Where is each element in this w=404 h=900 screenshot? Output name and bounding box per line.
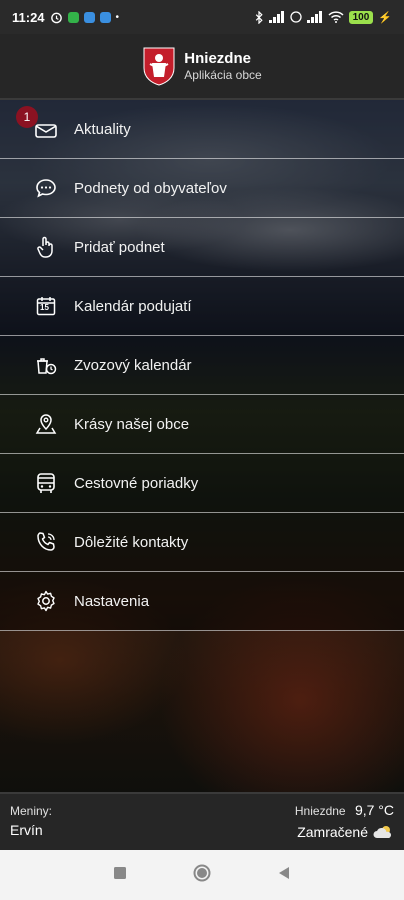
calendar-day: 15 [40, 303, 49, 312]
menu-item-podnety[interactable]: Podnety od obyvateľov [0, 159, 404, 218]
recycle-bin-icon [34, 353, 58, 377]
app-title: Hniezdne [184, 50, 251, 67]
nameday-block: Meniny: Ervín [10, 804, 52, 838]
municipality-crest-icon [143, 47, 175, 86]
envelope-icon [34, 117, 58, 141]
weather-description: Zamračené [297, 824, 368, 840]
menu-item-aktuality[interactable]: 1 Aktuality [0, 100, 404, 159]
alarm-icon [50, 12, 62, 23]
menu-item-label: Podnety od obyvateľov [74, 179, 227, 197]
menu-item-cestovne-poriadky[interactable]: Cestovné poriadky [0, 454, 404, 513]
weather-location: Hniezdne [294, 804, 346, 818]
calendar-icon: 15 [34, 294, 58, 318]
menu-item-dolezite-kontakty[interactable]: Dôležité kontakty [0, 513, 404, 572]
menu-item-label: Krásy našej obce [74, 415, 190, 433]
menu-item-krasy-obce[interactable]: Krásy našej obce [0, 395, 404, 454]
info-footer: Meniny: Ervín Hniezdne 9,7 °C Zamračené [0, 792, 404, 850]
main-menu: 1 Aktuality Podnety od obyvateľov Pridať… [0, 100, 404, 631]
gear-icon [34, 589, 58, 613]
app-notification-icon [83, 11, 95, 23]
menu-item-label: Aktuality [74, 120, 131, 138]
nameday-name: Ervín [10, 822, 43, 838]
signal-icon [306, 11, 322, 23]
menu-item-label: Kalendár podujatí [74, 297, 192, 315]
status-bar: 11:24 • 100 ⚡ [0, 0, 404, 34]
app-notification-icon [99, 11, 111, 23]
menu-item-label: Dôležité kontakty [74, 533, 189, 551]
menu-item-pridat-podnet[interactable]: Pridať podnet [0, 218, 404, 277]
menu-item-nastavenia[interactable]: Nastavenia [0, 572, 404, 631]
chat-bubble-icon [34, 176, 58, 200]
cloud-icon [373, 826, 391, 838]
menu-item-kalendar-podujati[interactable]: 15 Kalendár podujatí [0, 277, 404, 336]
signal-icon [268, 11, 284, 23]
app-notification-icon [67, 11, 79, 23]
menu-item-zvozovy-kalendar[interactable]: Zvozový kalendár [0, 336, 404, 395]
location-pin-icon [34, 412, 58, 436]
weather-temperature: 9,7 °C [354, 802, 394, 818]
bus-icon [34, 471, 58, 495]
menu-item-label: Cestovné poriadky [74, 474, 199, 492]
system-navigation-bar [0, 850, 404, 900]
charging-icon: ⚡ [378, 11, 392, 24]
weather-block[interactable]: Hniezdne 9,7 °C Zamračené [295, 802, 394, 840]
back-button[interactable] [277, 866, 291, 885]
status-time: 11:24 [12, 9, 45, 25]
phone-icon [34, 530, 58, 554]
home-button[interactable] [193, 864, 211, 887]
menu-item-label: Pridať podnet [74, 238, 165, 256]
more-dot-icon: • [115, 11, 120, 23]
wifi-icon [328, 11, 344, 23]
app-subtitle: Aplikácia obce [184, 68, 262, 82]
app-header: Hniezdne Aplikácia obce [0, 34, 404, 100]
bluetooth-icon [255, 10, 263, 24]
menu-item-label: Nastavenia [74, 592, 150, 610]
recents-button[interactable] [113, 866, 127, 885]
data-saver-icon [289, 11, 302, 23]
battery-indicator: 100 [348, 10, 374, 24]
hand-pointer-icon [34, 235, 58, 259]
nameday-label: Meniny: [10, 804, 53, 818]
notification-badge: 1 [16, 106, 38, 128]
menu-item-label: Zvozový kalendár [74, 356, 192, 374]
